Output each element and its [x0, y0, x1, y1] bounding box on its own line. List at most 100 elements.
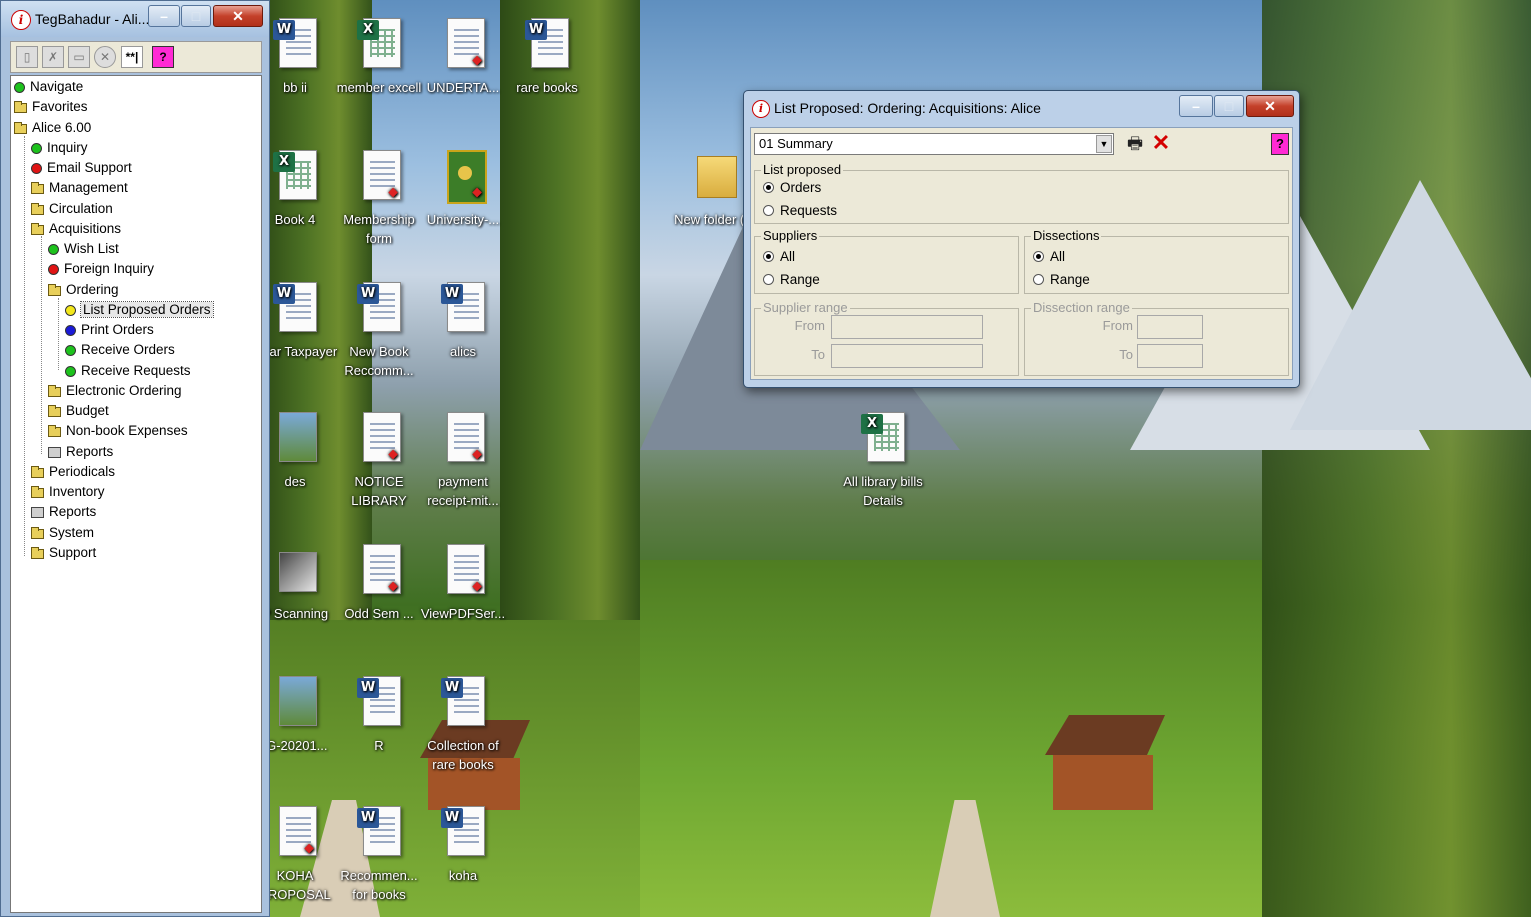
radio-suppliers-all[interactable]: All — [763, 249, 795, 264]
tree-node[interactable]: Wish List — [48, 239, 119, 258]
desktop-icon[interactable]: ⬥ Odd Sem ... — [334, 544, 424, 623]
tree-node-label: Budget — [66, 403, 109, 418]
desktop-icon[interactable]: Wkoha — [418, 806, 508, 885]
new-document-icon[interactable]: ▯ — [16, 46, 38, 68]
desktop-icon[interactable]: ⬥ ViewPDFSer... — [418, 544, 508, 623]
desktop-icon[interactable]: ⬥ NOTICE LIBRARY — [334, 412, 424, 510]
dissection-range-legend: Dissection range — [1031, 300, 1132, 315]
desktop-icon[interactable]: Xmember excell — [334, 18, 424, 97]
folder-icon — [31, 222, 44, 235]
tree-node[interactable]: Management — [31, 178, 128, 197]
dialog-body: 01 Summary ▼ 🖶 ✕ ? List proposed Orders … — [750, 127, 1293, 380]
tree-node[interactable]: Budget — [48, 401, 109, 420]
dialog-maximize-button[interactable]: □ — [1214, 95, 1244, 117]
tree-node[interactable]: Alice 6.00 — [14, 118, 91, 137]
scanner-shortcut-icon — [273, 544, 317, 602]
pdf-document-icon: ⬥ — [441, 544, 485, 602]
tree-node-label: Navigate — [30, 79, 84, 94]
tree-node[interactable]: Receive Requests — [65, 361, 191, 380]
radio-suppliers-range-label: Range — [780, 272, 820, 287]
tree-node[interactable]: Support — [31, 543, 96, 562]
report-type-value: 01 Summary — [759, 136, 833, 151]
tree-node[interactable]: Reports — [31, 502, 96, 521]
desktop-icon-label: payment receipt-mit... — [427, 474, 499, 508]
folder-icon — [48, 425, 61, 438]
cancel-icon[interactable]: ✕ — [1150, 132, 1172, 154]
navigator-title: TegBahadur - Ali... — [35, 11, 150, 27]
wallpaper-mountain — [1290, 180, 1531, 430]
dialog-minimize-button[interactable]: – — [1179, 95, 1213, 117]
tree-node[interactable]: Inquiry — [31, 138, 88, 157]
dissection-to-field[interactable] — [1137, 344, 1203, 368]
tree-node[interactable]: Inventory — [31, 482, 105, 501]
tree-node-label: Wish List — [64, 241, 119, 256]
radio-orders[interactable]: Orders — [763, 180, 821, 195]
tree-node[interactable]: Acquisitions — [31, 219, 121, 238]
word-document-icon: W — [357, 282, 401, 340]
tree-node[interactable]: List Proposed Orders — [65, 300, 214, 319]
desktop-icon[interactable]: Walics — [418, 282, 508, 361]
maximize-button[interactable]: □ — [181, 5, 211, 27]
tree-node[interactable]: Favorites — [14, 97, 88, 116]
excel-spreadsheet-icon: X — [861, 412, 905, 470]
tree-node[interactable]: Reports — [48, 442, 113, 461]
dissection-from-field[interactable] — [1137, 315, 1203, 339]
tree-node-label: System — [49, 524, 95, 540]
dialog-close-button[interactable]: ✕ — [1246, 95, 1294, 117]
desktop-icon[interactable]: ⬥ UNDERTA... — [418, 18, 508, 97]
desktop-icon-label: University-... — [426, 212, 500, 227]
tree-node[interactable]: Non-book Expenses — [48, 421, 188, 440]
desktop-icon-label: Membership form — [343, 212, 415, 246]
radio-suppliers-range[interactable]: Range — [763, 272, 820, 287]
tree-node[interactable]: Electronic Ordering — [48, 381, 182, 400]
folder-icon — [48, 405, 61, 417]
tree-node[interactable]: Navigate — [14, 77, 83, 96]
delete-document-icon[interactable]: ✗ — [42, 46, 64, 68]
minimize-button[interactable]: – — [148, 5, 180, 27]
desktop-icon[interactable]: W New Book Reccomm... — [334, 282, 424, 380]
pdf-document-icon: ⬥ — [357, 150, 401, 208]
tree-node-label: Alice 6.00 — [32, 119, 92, 135]
desktop-icon[interactable]: ⬥ University-... — [418, 150, 508, 229]
stop-icon[interactable]: ✕ — [94, 46, 116, 68]
word-document-icon: W — [441, 282, 485, 340]
dialog-help-button[interactable]: ? — [1271, 133, 1289, 155]
tree-node[interactable]: Ordering — [48, 280, 119, 299]
tree-node[interactable]: Foreign Inquiry — [48, 259, 154, 278]
tree-node[interactable]: Circulation — [31, 199, 113, 218]
radio-dissections-range-label: Range — [1050, 272, 1090, 287]
radio-dissections-all[interactable]: All — [1033, 249, 1065, 264]
tree-node-label: Inventory — [49, 484, 105, 499]
printer-icon — [31, 507, 44, 519]
tree-node[interactable]: Print Orders — [65, 320, 154, 339]
tree-node[interactable]: System — [31, 523, 94, 542]
folder-icon — [31, 202, 44, 215]
desktop-icon[interactable]: ⬥ Membership form — [334, 150, 424, 248]
tree-node[interactable]: Receive Orders — [65, 340, 175, 359]
supplier-from-field[interactable] — [831, 315, 983, 339]
radio-unchecked-icon — [763, 274, 774, 285]
tree-node[interactable]: Email Support — [31, 158, 132, 177]
close-button[interactable]: ✕ — [213, 5, 263, 27]
desktop-icon[interactable]: W Recommen... for books — [334, 806, 424, 904]
open-folder-icon[interactable]: ▭ — [68, 46, 90, 68]
supplier-to-field[interactable] — [831, 344, 983, 368]
list-proposed-group: List proposed Orders Requests — [754, 162, 1289, 224]
green-status-dot-icon — [65, 345, 76, 357]
radio-dissections-range[interactable]: Range — [1033, 272, 1090, 287]
report-type-select[interactable]: 01 Summary ▼ — [754, 133, 1114, 155]
help-button[interactable]: ? — [152, 46, 174, 68]
print-icon[interactable]: 🖶 — [1124, 133, 1146, 155]
radio-requests[interactable]: Requests — [763, 203, 837, 218]
tree-node-label: Favorites — [32, 99, 88, 115]
desktop-icon[interactable]: ⬥ payment receipt-mit... — [418, 412, 508, 510]
desktop-icon[interactable]: Wrare books — [502, 18, 592, 97]
desktop-icon[interactable]: X All library bills Details — [838, 412, 928, 510]
navigator-title-bar[interactable]: i TegBahadur - Ali... – □ ✕ — [1, 1, 269, 37]
star-filter-button[interactable]: **| — [121, 46, 143, 68]
tree-node[interactable]: Periodicals — [31, 462, 115, 481]
desktop-icon[interactable]: W Collection of rare books — [418, 676, 508, 774]
radio-checked-icon — [1033, 251, 1044, 262]
desktop-icon[interactable]: WR — [334, 676, 424, 755]
chevron-down-icon[interactable]: ▼ — [1096, 135, 1112, 153]
